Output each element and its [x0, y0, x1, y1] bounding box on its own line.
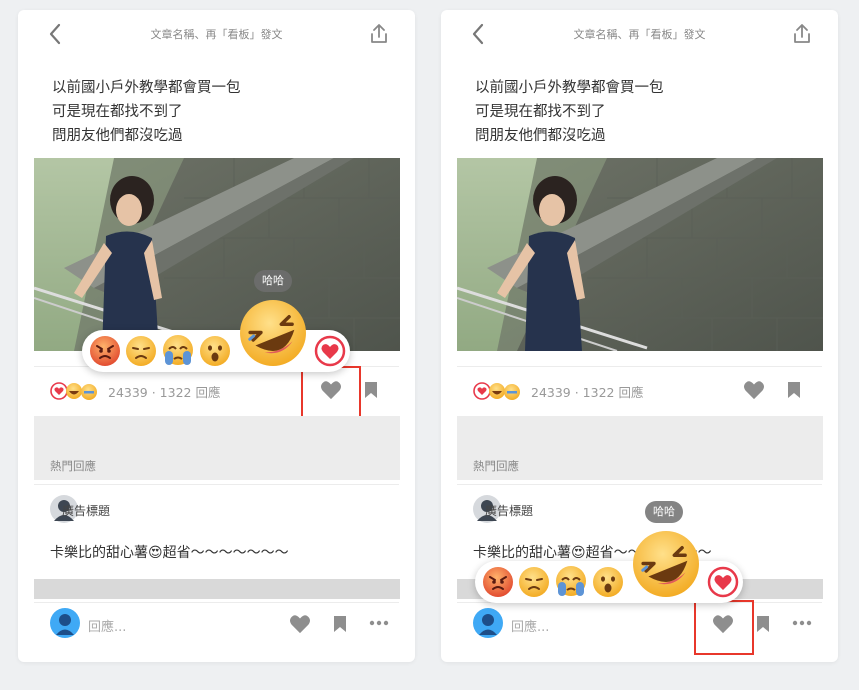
reaction-summary-icons [50, 382, 97, 400]
share-icon[interactable] [369, 23, 389, 45]
sad-face-icon[interactable] [125, 335, 157, 367]
more-icon[interactable] [369, 620, 389, 626]
comment-author[interactable]: 廣告標題 [62, 502, 110, 519]
back-arrow-icon[interactable] [469, 22, 489, 46]
post-photo[interactable] [34, 158, 400, 351]
heart-icon[interactable] [289, 614, 311, 634]
post-text-line: 問朋友他們都沒吃過 [475, 128, 606, 144]
post-text-line: 以前國小戶外教學都會買一包 [475, 80, 664, 96]
wow-face-icon[interactable] [199, 335, 231, 367]
header-title: 文章名稱、再「看板」發文 [150, 28, 283, 41]
comment-text: 卡樂比的甜心薯😍超省～～～～～～～ [50, 545, 289, 561]
heart-outline-icon[interactable] [314, 335, 346, 367]
angry-face-icon[interactable] [482, 566, 514, 598]
user-avatar [473, 608, 503, 638]
divider [457, 366, 822, 367]
reaction-summary-icons [473, 382, 520, 400]
angry-face-icon[interactable] [89, 335, 121, 367]
reaction-stats[interactable]: 24339 · 1322 回應 [50, 380, 220, 402]
divider [34, 602, 399, 603]
comment-author[interactable]: 廣告標題 [485, 502, 533, 519]
reaction-count-text: 24339 · 1322 回應 [108, 384, 221, 400]
more-icon[interactable] [792, 620, 812, 626]
laugh-face-icon[interactable] [238, 298, 308, 368]
wow-face-icon[interactable] [592, 566, 624, 598]
image-placeholder [34, 579, 400, 599]
reaction-stats[interactable]: 24339 · 1322 回應 [473, 380, 643, 402]
divider [34, 484, 399, 485]
post-photo[interactable] [457, 158, 823, 351]
bookmark-icon[interactable] [756, 615, 770, 633]
post-text-line: 以前國小戶外教學都會買一包 [52, 80, 241, 96]
bookmark-icon[interactable] [787, 381, 801, 399]
heart-icon[interactable] [743, 380, 765, 400]
sad-face-icon[interactable] [518, 566, 550, 598]
post-text-line: 問朋友他們都沒吃過 [52, 128, 183, 144]
back-arrow-icon[interactable] [46, 22, 66, 46]
post-card-left: 文章名稱、再「看板」發文 以前國小戶外教學都會買一包 可是現在都找不到了 問朋友… [18, 10, 415, 662]
post-text-line: 可是現在都找不到了 [475, 104, 606, 120]
crying-face-icon[interactable] [554, 564, 588, 598]
post-text-line: 可是現在都找不到了 [52, 104, 183, 120]
reply-input[interactable]: 回應... [511, 616, 549, 635]
reaction-tooltip: 哈哈 [645, 501, 683, 523]
reply-input[interactable]: 回應... [88, 616, 126, 635]
heart-outline-icon[interactable] [707, 566, 739, 598]
highlight-box [301, 366, 361, 421]
reaction-tooltip: 哈哈 [254, 270, 292, 292]
hot-replies-label: 熱門回應 [50, 459, 96, 473]
laugh-face-icon[interactable] [631, 529, 701, 599]
highlight-box [694, 600, 754, 655]
reaction-count-text: 24339 · 1322 回應 [531, 384, 644, 400]
hot-replies-label: 熱門回應 [473, 459, 519, 473]
share-icon[interactable] [792, 23, 812, 45]
post-card-right: 文章名稱、再「看板」發文 以前國小戶外教學都會買一包 可是現在都找不到了 問朋友… [441, 10, 838, 662]
divider [457, 484, 822, 485]
bookmark-icon[interactable] [364, 381, 378, 399]
crying-face-icon[interactable] [161, 333, 195, 367]
header-title: 文章名稱、再「看板」發文 [573, 28, 706, 41]
bookmark-icon[interactable] [333, 615, 347, 633]
user-avatar [50, 608, 80, 638]
